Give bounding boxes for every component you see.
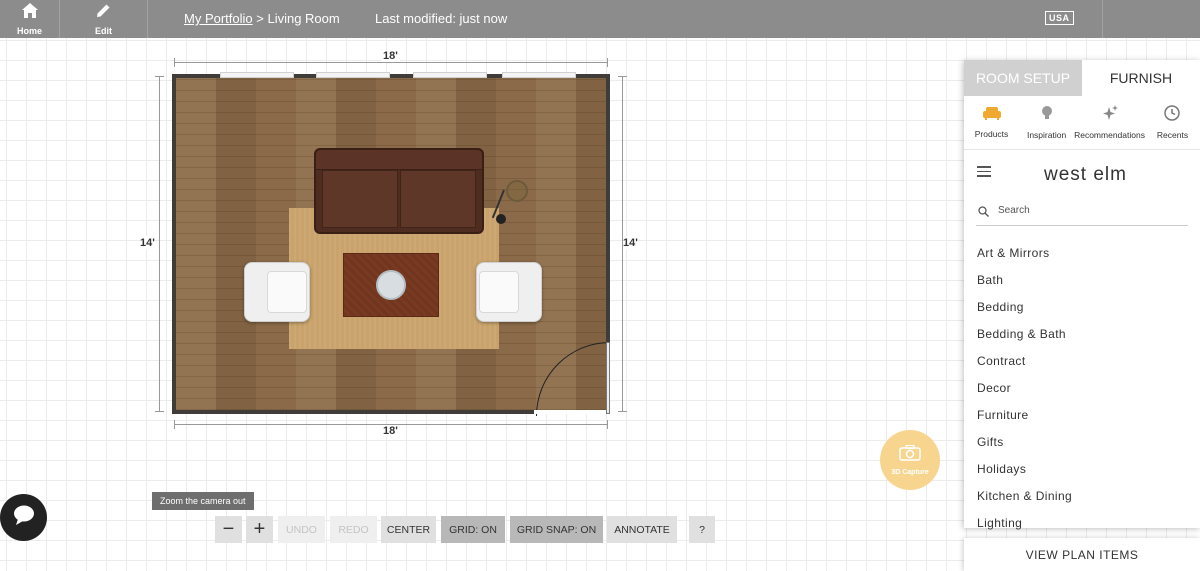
dimension-label-right: 14' [623,236,638,250]
category-item[interactable]: Bedding & Bath [964,320,1200,347]
category-item[interactable]: Furniture [964,402,1200,429]
region-badge[interactable]: USA [1045,11,1074,25]
category-item[interactable]: Kitchen & Dining [964,483,1200,510]
last-modified-status: Last modified: just now [375,11,508,26]
dimension-tick [618,76,627,77]
floor-lamp-shade[interactable] [506,180,528,202]
3d-capture-button[interactable]: 3D Capture [880,430,940,490]
sofa-icon [982,106,1001,125]
subtab-recents[interactable]: Recents [1145,96,1200,149]
side-panel: ROOM SETUP FURNISH Products Inspiration … [964,60,1200,530]
dimension-label-top: 18' [381,50,400,62]
home-icon [21,2,38,23]
window[interactable] [220,72,294,78]
dimension-line-top [174,62,608,63]
chat-button[interactable] [0,494,47,541]
door-opening [534,410,606,414]
dimension-tick [174,58,175,67]
center-button[interactable]: CENTER [381,516,436,543]
topbar-divider [1102,0,1103,38]
category-item[interactable]: Holidays [964,456,1200,483]
breadcrumb-separator: > [252,11,268,26]
dimension-tick [607,420,608,429]
capture-label: 3D Capture [891,468,929,476]
annotate-button[interactable]: ANNOTATE [607,516,677,543]
tab-room-setup[interactable]: ROOM SETUP [964,60,1082,96]
category-item[interactable]: Art & Mirrors [964,239,1200,266]
dimension-tick [174,420,175,429]
armchair-seat [267,271,307,313]
hamburger-menu-icon[interactable] [977,166,991,177]
window[interactable] [316,72,390,78]
subtab-label: Recommendations [1074,130,1145,140]
redo-button[interactable]: REDO [330,516,377,543]
camera-icon [899,444,921,466]
subtab-label: Recents [1156,130,1189,140]
dimension-line-left [159,76,160,412]
brand-logo: west elm [1044,164,1127,185]
window[interactable] [413,72,487,78]
breadcrumb-portfolio-link[interactable]: My Portfolio [184,11,253,26]
category-item[interactable]: Gifts [964,429,1200,456]
zoom-out-tooltip: Zoom the camera out [152,492,254,510]
view-plan-items-button[interactable]: VIEW PLAN ITEMS [964,538,1200,571]
door-leaf[interactable] [606,342,610,414]
grid-toggle-button[interactable]: GRID: ON [441,516,505,543]
category-list: Art & Mirrors Bath Bedding Bedding & Bat… [964,239,1200,537]
search-input[interactable] [998,202,1178,218]
help-button[interactable]: ? [689,516,715,543]
window[interactable] [502,72,576,78]
floor-lamp-base [496,214,506,224]
sparkle-icon [1101,105,1119,126]
furnish-subtabs: Products Inspiration Recommendations Rec… [964,96,1200,150]
dimension-label-bottom: 18' [381,425,400,437]
subtab-label: Inspiration [1026,130,1067,140]
dimension-tick [607,58,608,67]
search-icon [978,204,989,222]
category-item[interactable]: Lighting [964,510,1200,537]
top-bar: Home Edit My Portfolio > Living Room Las… [0,0,1200,38]
home-button[interactable]: Home [0,0,60,38]
subtab-recommendations[interactable]: Recommendations [1074,96,1145,149]
dimension-tick [155,411,164,412]
search-bar [976,196,1188,226]
home-label: Home [16,25,42,36]
sofa-cushion [322,170,398,228]
armchair-seat [479,271,519,313]
dimension-tick [155,76,164,77]
chat-bubble-icon [12,504,36,531]
breadcrumb: My Portfolio > Living Room [184,11,340,26]
decor-bowl[interactable] [376,270,406,300]
lightbulb-icon [1041,105,1053,126]
undo-button[interactable]: UNDO [278,516,325,543]
edit-button[interactable]: Edit [60,0,148,38]
category-item[interactable]: Contract [964,347,1200,374]
category-item[interactable]: Bath [964,266,1200,293]
armchair-left[interactable] [244,262,310,322]
breadcrumb-current: Living Room [267,11,340,26]
brand-header: west elm [964,150,1200,196]
pencil-icon [96,3,111,23]
category-item[interactable]: Decor [964,374,1200,401]
sofa[interactable] [314,148,484,234]
dimension-tick [618,411,627,412]
sofa-cushion [400,170,476,228]
category-item[interactable]: Bedding [964,293,1200,320]
clock-icon [1164,105,1181,126]
grid-snap-toggle-button[interactable]: GRID SNAP: ON [510,516,603,543]
zoom-out-button[interactable]: − [215,516,242,543]
subtab-products[interactable]: Products [964,96,1019,149]
sofa-back [316,150,482,170]
room-floor[interactable] [172,74,610,416]
armchair-right[interactable] [476,262,542,322]
zoom-in-button[interactable]: + [246,516,273,543]
subtab-inspiration[interactable]: Inspiration [1019,96,1074,149]
tab-furnish[interactable]: FURNISH [1082,60,1200,96]
edit-label: Edit [95,25,112,36]
door-swing[interactable] [536,342,610,416]
panel-tabs: ROOM SETUP FURNISH [964,60,1200,96]
subtab-label: Products [974,129,1009,139]
dimension-label-left: 14' [140,236,155,250]
